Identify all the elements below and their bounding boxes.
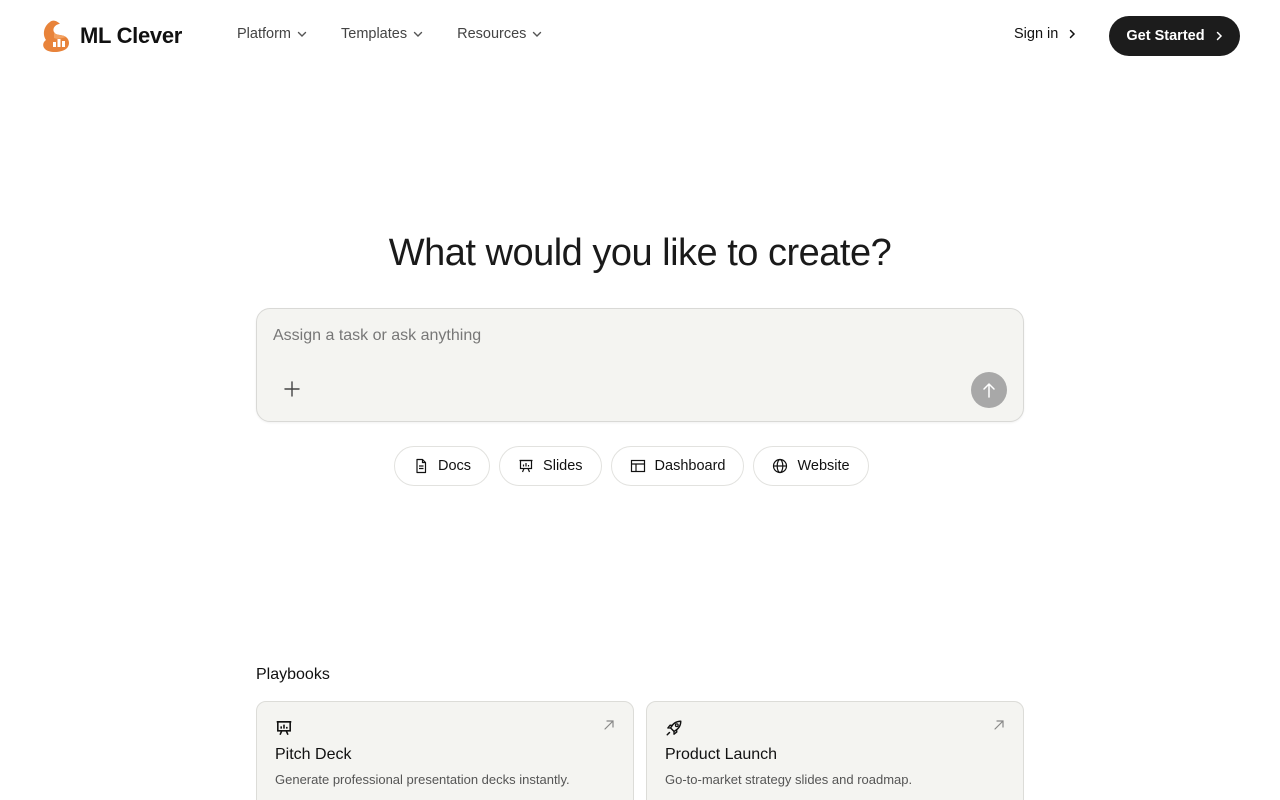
brand-logo-icon	[43, 20, 69, 52]
nav-templates-label: Templates	[341, 26, 408, 42]
document-icon	[416, 458, 427, 474]
get-started-button[interactable]: Get Started	[1109, 16, 1240, 56]
rocket-icon	[666, 720, 682, 736]
chip-slides[interactable]: Slides	[499, 446, 602, 486]
send-button[interactable]	[971, 372, 1007, 408]
card-description: Generate professional presentation decks…	[275, 772, 570, 787]
playbooks-heading: Playbooks	[256, 666, 330, 683]
chip-website-label: Website	[797, 458, 850, 474]
hero-title: What would you like to create?	[388, 232, 892, 274]
playbook-card-pitch-deck[interactable]: Pitch Deck Generate professional present…	[256, 701, 634, 800]
chevron-right-icon	[1070, 29, 1076, 39]
sign-in-label: Sign in	[1014, 26, 1059, 42]
chip-docs-label: Docs	[438, 458, 472, 474]
chevron-down-icon	[297, 31, 307, 37]
presentation-icon	[519, 459, 533, 473]
playbook-card-product-launch[interactable]: Product Launch Go-to-market strategy sli…	[646, 701, 1024, 800]
globe-icon	[773, 458, 788, 474]
sign-in-link[interactable]: Sign in	[1014, 26, 1076, 42]
layout-icon	[630, 459, 645, 473]
presentation-icon	[276, 721, 292, 736]
top-navbar: ML Clever Platform Templates Resources S…	[0, 0, 1280, 72]
card-title: Pitch Deck	[275, 746, 352, 763]
prompt-input[interactable]	[273, 327, 973, 345]
chip-docs[interactable]: Docs	[394, 446, 491, 486]
main-nav: Platform Templates Resources	[237, 26, 576, 42]
prompt-box	[256, 308, 1024, 422]
nav-resources-label: Resources	[457, 26, 527, 42]
nav-platform-label: Platform	[237, 26, 291, 42]
add-attachment-icon[interactable]	[281, 378, 303, 400]
quick-create-chips: Docs Slides Dashboard Website	[394, 446, 869, 486]
nav-templates[interactable]: Templates	[341, 26, 423, 42]
brand-name: ML Clever	[80, 23, 183, 48]
brand-logo[interactable]: ML Clever	[40, 18, 182, 54]
chevron-down-icon	[533, 31, 542, 37]
chevron-down-icon	[413, 31, 423, 37]
chevron-right-icon	[1216, 31, 1222, 41]
arrow-up-right-icon	[604, 720, 614, 730]
chip-website[interactable]: Website	[753, 446, 869, 486]
chip-dashboard[interactable]: Dashboard	[610, 446, 745, 486]
arrow-up-right-icon	[994, 720, 1004, 730]
chip-slides-label: Slides	[543, 458, 583, 474]
chip-dashboard-label: Dashboard	[654, 458, 726, 474]
card-title: Product Launch	[665, 746, 778, 763]
nav-platform[interactable]: Platform	[237, 26, 307, 42]
nav-resources[interactable]: Resources	[457, 26, 542, 42]
card-description: Go-to-market strategy slides and roadmap…	[665, 772, 913, 787]
get-started-label: Get Started	[1126, 28, 1205, 44]
arrow-up-icon	[983, 383, 995, 398]
